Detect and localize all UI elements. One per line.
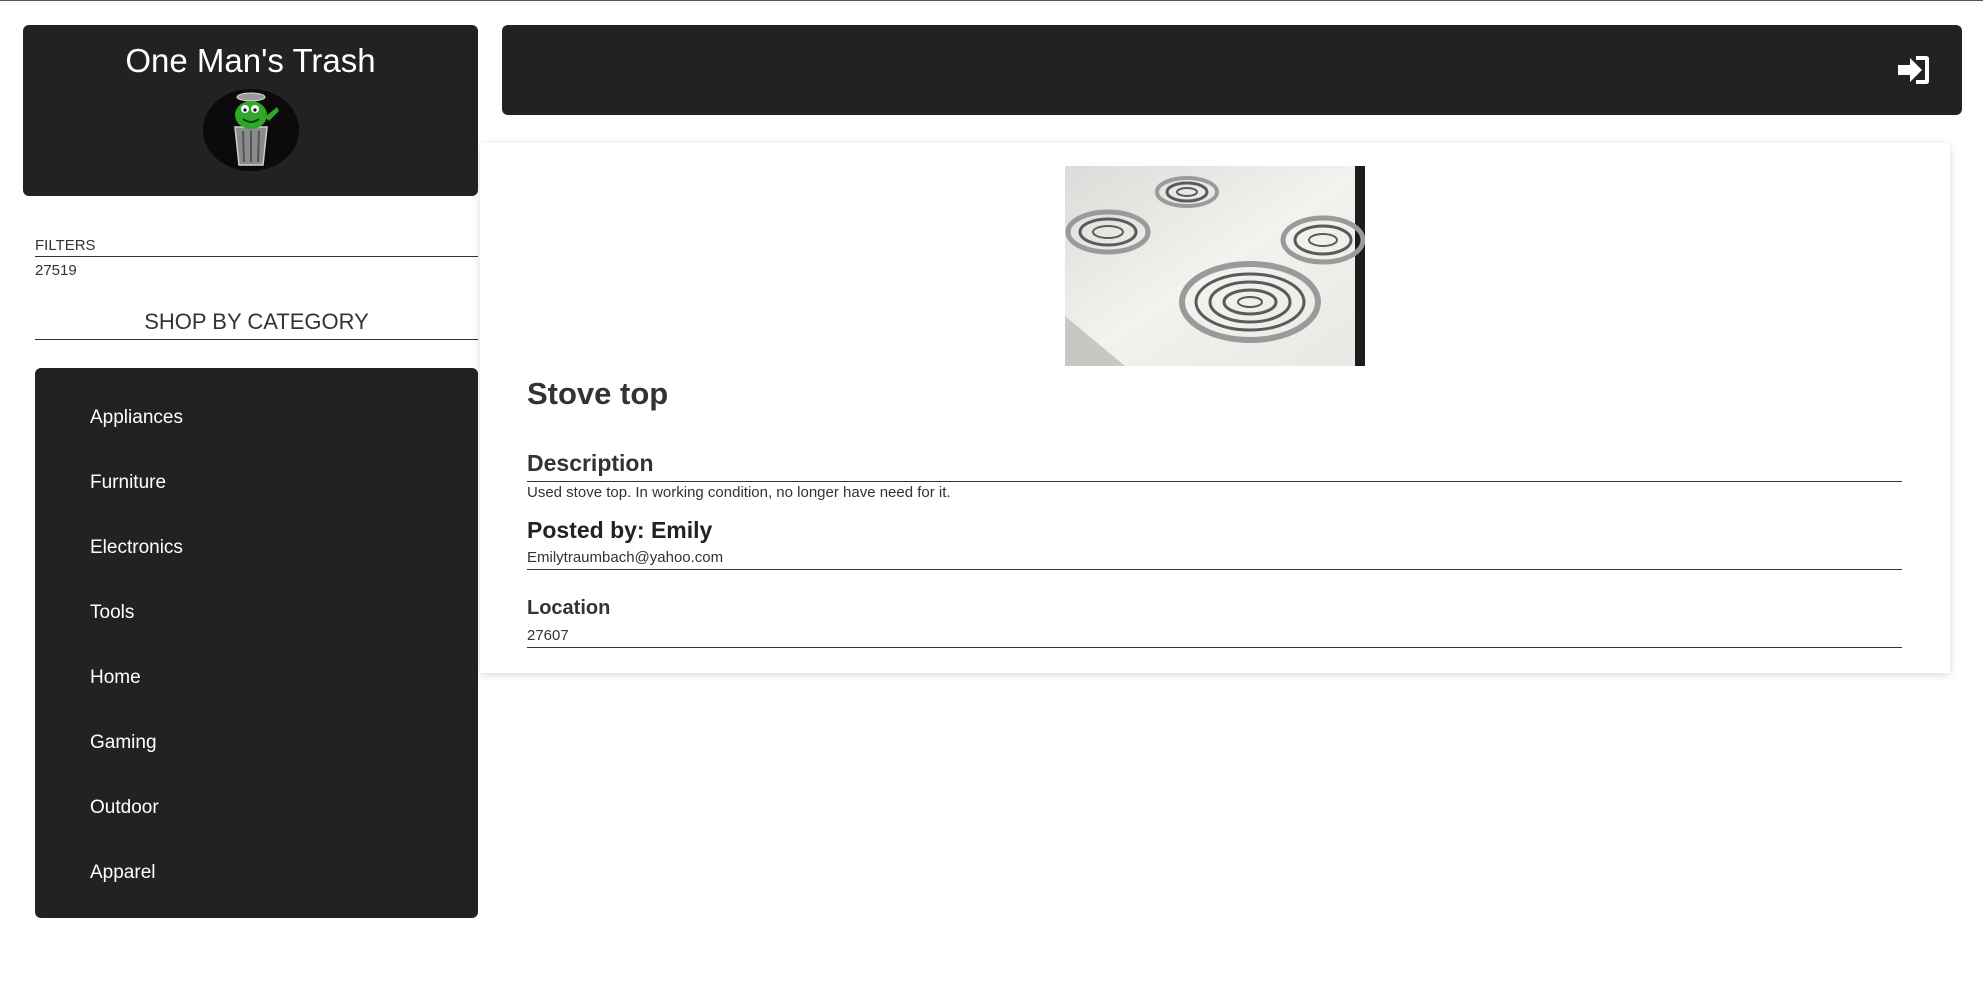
filter-zip-value[interactable]: 27519	[35, 262, 77, 279]
posted-by-heading: Posted by: Emily	[527, 517, 713, 543]
poster-divider	[527, 569, 1902, 570]
category-item-furniture[interactable]: Furniture	[90, 472, 166, 494]
listing-title: Stove top	[527, 376, 669, 411]
category-item-home[interactable]: Home	[90, 667, 141, 689]
location-value: 27607	[527, 627, 569, 644]
description-divider	[527, 481, 1902, 482]
location-divider	[527, 647, 1902, 648]
description-heading: Description	[527, 450, 654, 476]
category-item-outdoor[interactable]: Outdoor	[90, 797, 159, 819]
product-image	[1065, 166, 1365, 366]
category-item-appliances[interactable]: Appliances	[90, 407, 183, 429]
category-item-gaming[interactable]: Gaming	[90, 732, 157, 754]
shop-by-category-heading: SHOP BY CATEGORY	[35, 309, 478, 340]
trash-can-logo[interactable]	[202, 89, 299, 171]
location-heading: Location	[527, 597, 611, 619]
brand-card: One Man's Trash	[23, 25, 478, 196]
category-item-apparel[interactable]: Apparel	[90, 862, 156, 884]
category-item-tools[interactable]: Tools	[90, 602, 134, 624]
poster-email[interactable]: Emilytraumbach@yahoo.com	[527, 549, 723, 566]
sign-in-icon[interactable]	[1896, 54, 1930, 86]
site-title: One Man's Trash	[125, 42, 376, 79]
filters-label: FILTERS	[35, 237, 478, 257]
category-menu: Appliances Furniture Electronics Tools H…	[35, 368, 478, 918]
category-item-electronics[interactable]: Electronics	[90, 537, 183, 559]
description-text: Used stove top. In working condition, no…	[527, 484, 951, 501]
top-navigation-bar	[502, 25, 1962, 115]
